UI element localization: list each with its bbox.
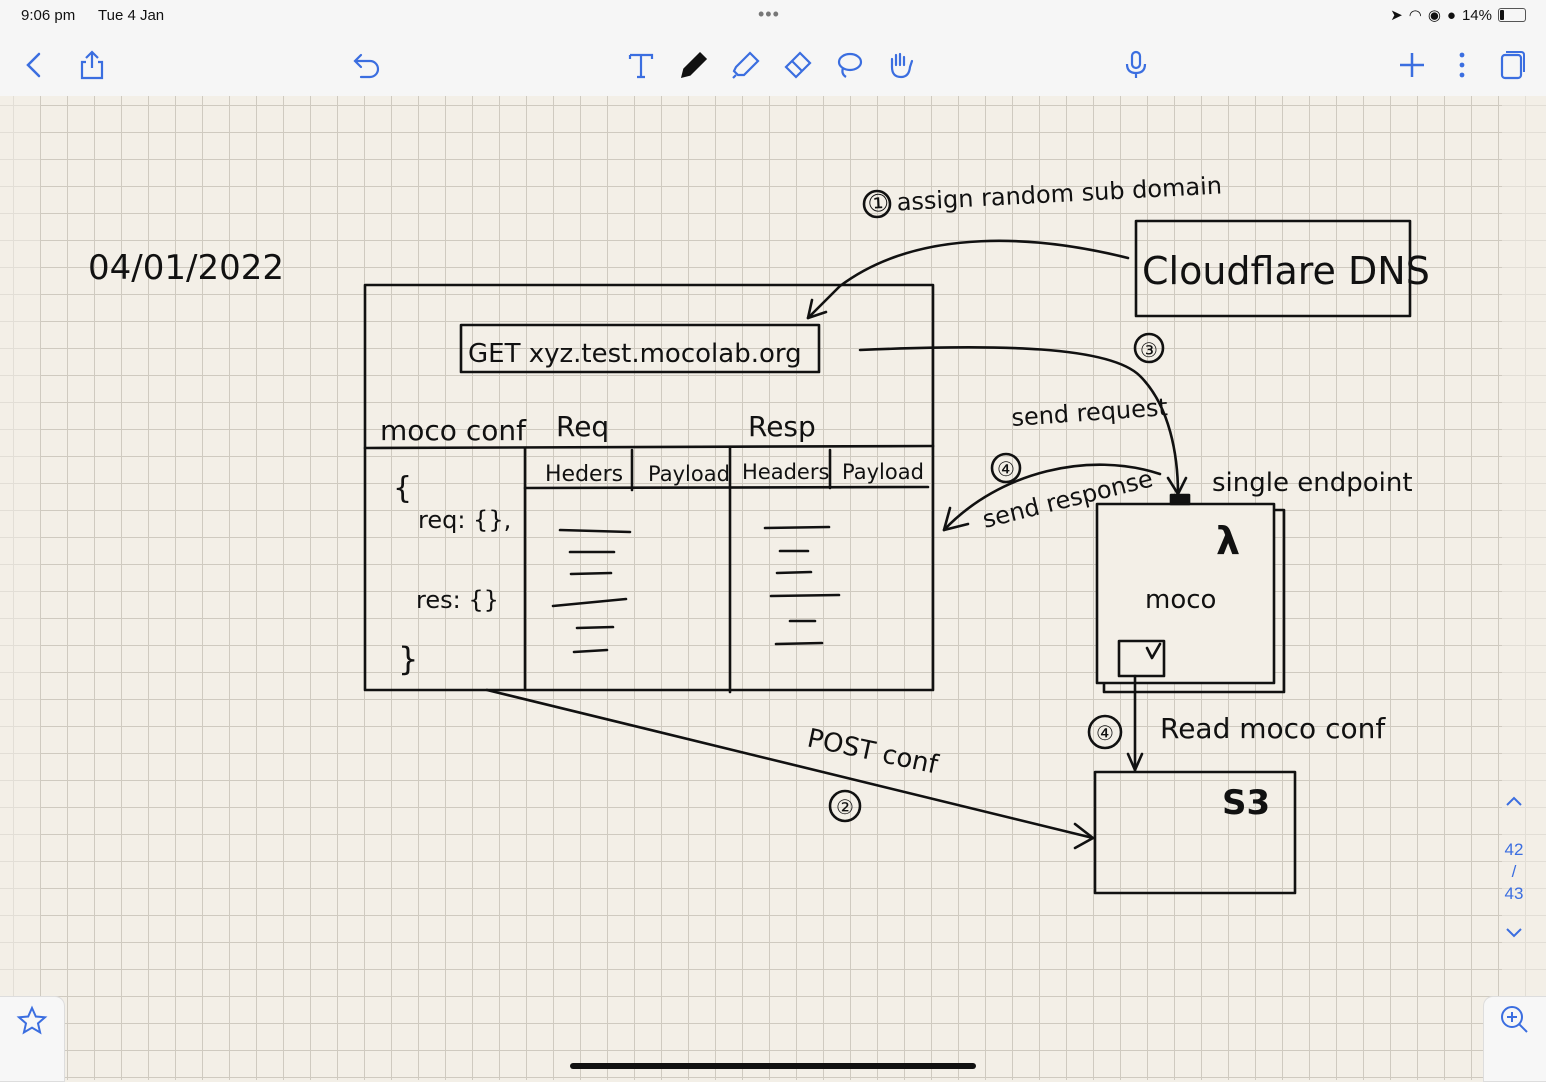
add-page-icon[interactable] [1394, 47, 1430, 83]
label-resp-payload: Payload [842, 460, 924, 484]
page-down-icon[interactable] [1496, 926, 1532, 952]
label-step4-response: ④ [997, 457, 1015, 481]
page-up-icon[interactable] [1496, 794, 1532, 820]
label-single-endpoint: single endpoint [1212, 468, 1413, 498]
highlighter-icon[interactable] [728, 47, 764, 83]
endpoint-marker [1169, 493, 1191, 506]
microphone-icon[interactable] [1118, 47, 1154, 83]
person-icon: ● [1446, 6, 1456, 24]
label-read-moco-conf: Read moco conf [1160, 712, 1386, 745]
label-get-request: GET xyz.test.mocolab.org [468, 339, 802, 369]
battery-icon [1498, 8, 1526, 22]
arrow-assign-subdomain [806, 239, 1130, 320]
multitasking-dots-icon[interactable]: ••• [758, 4, 780, 25]
lasso-icon[interactable] [831, 47, 867, 83]
eraser-icon[interactable] [780, 47, 816, 83]
vpn-icon: ◉ [1427, 7, 1441, 24]
more-icon[interactable] [1444, 47, 1480, 83]
note-date: 04/01/2022 [88, 248, 284, 288]
label-assign-subdomain: ① assign random sub domain [867, 171, 1223, 218]
favorite-panel [0, 996, 65, 1082]
location-icon: ➤ [1390, 7, 1403, 24]
label-step3: ③ [1140, 338, 1158, 362]
handwriting-layer: 04/01/2022 ① assign random sub domain Cl… [88, 171, 1430, 895]
code-req-line: req: {}, [418, 506, 511, 534]
current-page: 42 [1504, 840, 1524, 859]
label-step4-read: ④ [1096, 721, 1114, 745]
total-pages: 43 [1504, 884, 1524, 903]
table-subheader-line [523, 485, 930, 490]
label-cloudflare-dns: Cloudflare DNS [1142, 249, 1430, 293]
home-indicator[interactable] [570, 1063, 976, 1069]
label-resp: Resp [748, 410, 816, 443]
label-req-headers: Heders [545, 462, 623, 487]
label-step2: ② [836, 795, 854, 819]
undo-icon[interactable] [348, 47, 384, 83]
code-brace-open: { [393, 471, 412, 506]
code-res-line: res: {} [416, 586, 499, 614]
toolbar [0, 34, 1546, 97]
back-icon[interactable] [16, 47, 52, 83]
arrow-post-conf [485, 688, 1095, 840]
wifi-icon: ◠ [1408, 7, 1422, 24]
label-moco-conf: moco conf [380, 414, 527, 447]
zoom-in-icon[interactable] [1498, 1003, 1530, 1035]
label-req: Req [556, 410, 609, 443]
zoom-panel [1483, 996, 1546, 1082]
pages-icon[interactable] [1493, 47, 1529, 83]
code-brace-close: } [398, 640, 418, 678]
status-bar: 9:06 pm Tue 4 Jan ••• ➤ ◠ ◉ ● 14% [0, 0, 1546, 34]
status-time: 9:06 pm [21, 7, 76, 24]
label-lambda: λ [1216, 519, 1240, 563]
status-date: Tue 4 Jan [98, 7, 165, 24]
label-moco: moco [1145, 585, 1216, 615]
battery-percent: 14% [1461, 6, 1492, 24]
hand-tool-icon[interactable] [882, 47, 918, 83]
star-icon[interactable] [16, 1005, 48, 1037]
page-separator: / [1511, 862, 1517, 881]
pen-icon[interactable] [676, 47, 712, 83]
label-s3: S3 [1222, 783, 1270, 823]
label-resp-headers: Headers [742, 460, 829, 484]
share-icon[interactable] [74, 47, 110, 83]
text-tool-icon[interactable] [623, 47, 659, 83]
label-send-request: send request [1010, 393, 1168, 432]
status-indicators: ➤ ◠ ◉ ● 14% [1390, 6, 1526, 24]
label-req-payload: Payload [648, 462, 730, 486]
